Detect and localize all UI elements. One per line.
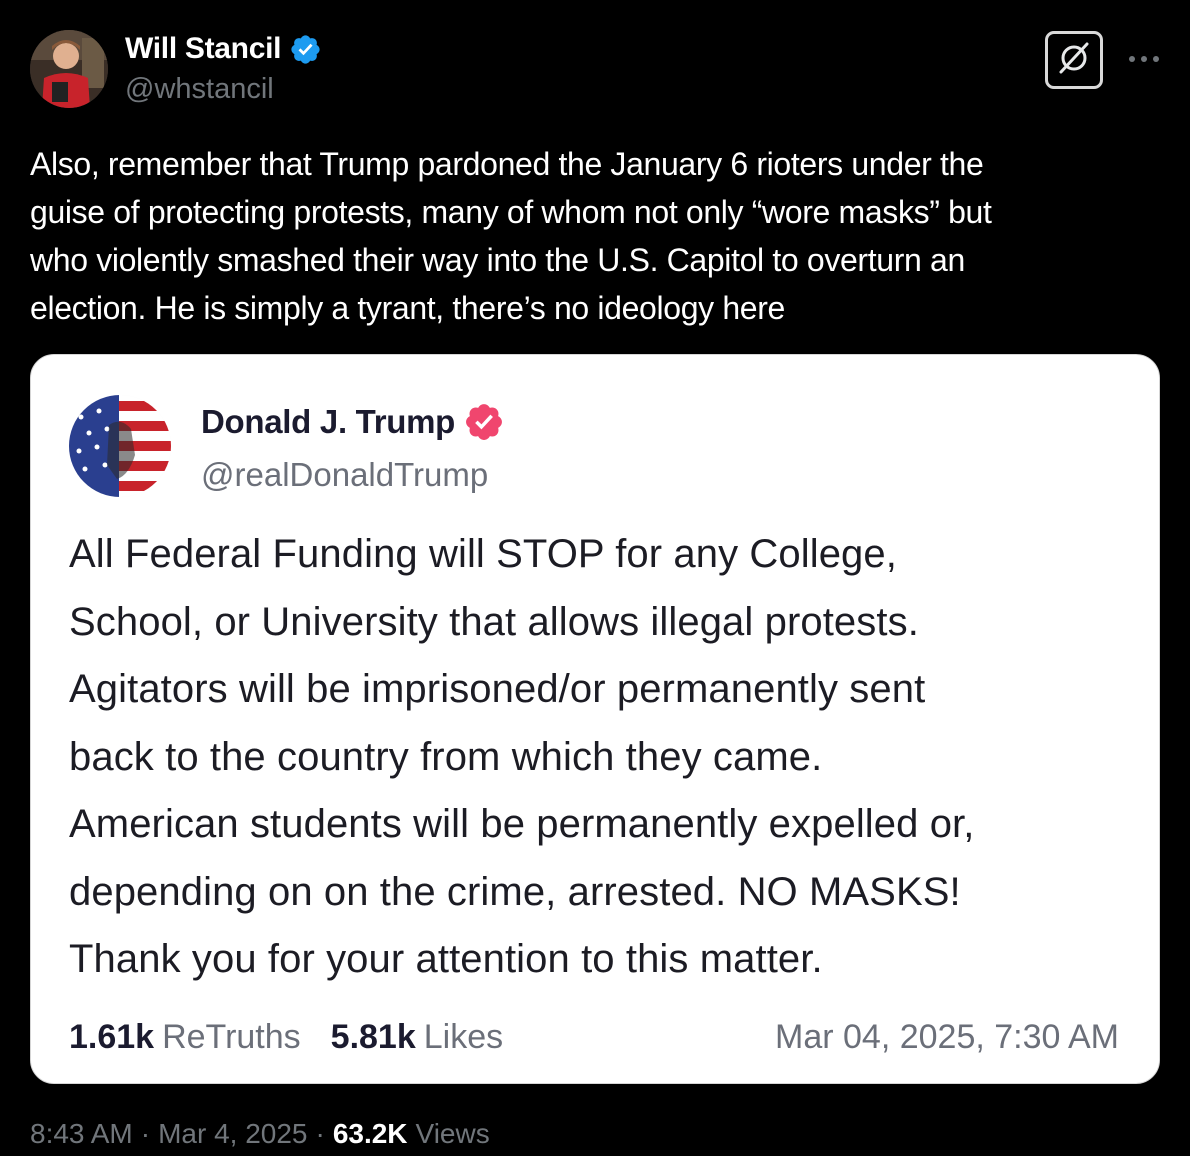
grok-icon — [1057, 41, 1091, 80]
more-options-button[interactable] — [1124, 44, 1164, 76]
embedded-post-body: All Federal Funding will STOP for any Co… — [69, 532, 975, 981]
tweet-date[interactable]: Mar 4, 2025 — [158, 1118, 307, 1150]
likes-label: Likes — [423, 1017, 504, 1056]
views-label: Views — [415, 1118, 490, 1149]
embedded-post-date: Mar 04, 2025, 7:30 AM — [775, 1017, 1119, 1056]
grok-button[interactable] — [1045, 31, 1103, 89]
author-avatar[interactable] — [30, 30, 108, 108]
tweet-meta: 8:43 AM · Mar 4, 2025 · 63.2K Views — [30, 1118, 490, 1150]
tweet-time[interactable]: 8:43 AM — [30, 1118, 133, 1150]
retruths-count: 1.61k — [69, 1017, 155, 1056]
likes-count: 5.81k — [330, 1017, 416, 1056]
embedded-post-image[interactable]: Donald J. Trump @realDonaldTrump All Fed… — [30, 354, 1160, 1084]
views-count[interactable]: 63.2K — [333, 1118, 408, 1150]
meta-separator: · — [140, 1118, 151, 1149]
verified-badge-icon[interactable] — [289, 33, 322, 66]
author-name-row: Will Stancil — [125, 32, 322, 66]
retruths-label: ReTruths — [162, 1017, 301, 1056]
embedded-author-name-row: Donald J. Trump — [201, 401, 505, 443]
embedded-author-handle: @realDonaldTrump — [201, 456, 489, 493]
meta-separator: · — [315, 1118, 325, 1149]
embedded-verified-badge-icon — [463, 401, 505, 443]
embedded-post-stats: 1.61k ReTruths 5.81k Likes Mar 04, 2025,… — [69, 1015, 1119, 1059]
tweet-text: Also, remember that Trump pardoned the J… — [30, 146, 992, 326]
more-horizontal-icon — [1127, 51, 1161, 69]
author-handle[interactable]: @whstancil — [125, 73, 274, 106]
embedded-author-avatar — [69, 395, 171, 497]
tweet: Will Stancil @whstancil Also, remember t… — [0, 0, 1190, 1156]
author-name[interactable]: Will Stancil — [125, 32, 281, 66]
embedded-author-name: Donald J. Trump — [201, 403, 456, 440]
